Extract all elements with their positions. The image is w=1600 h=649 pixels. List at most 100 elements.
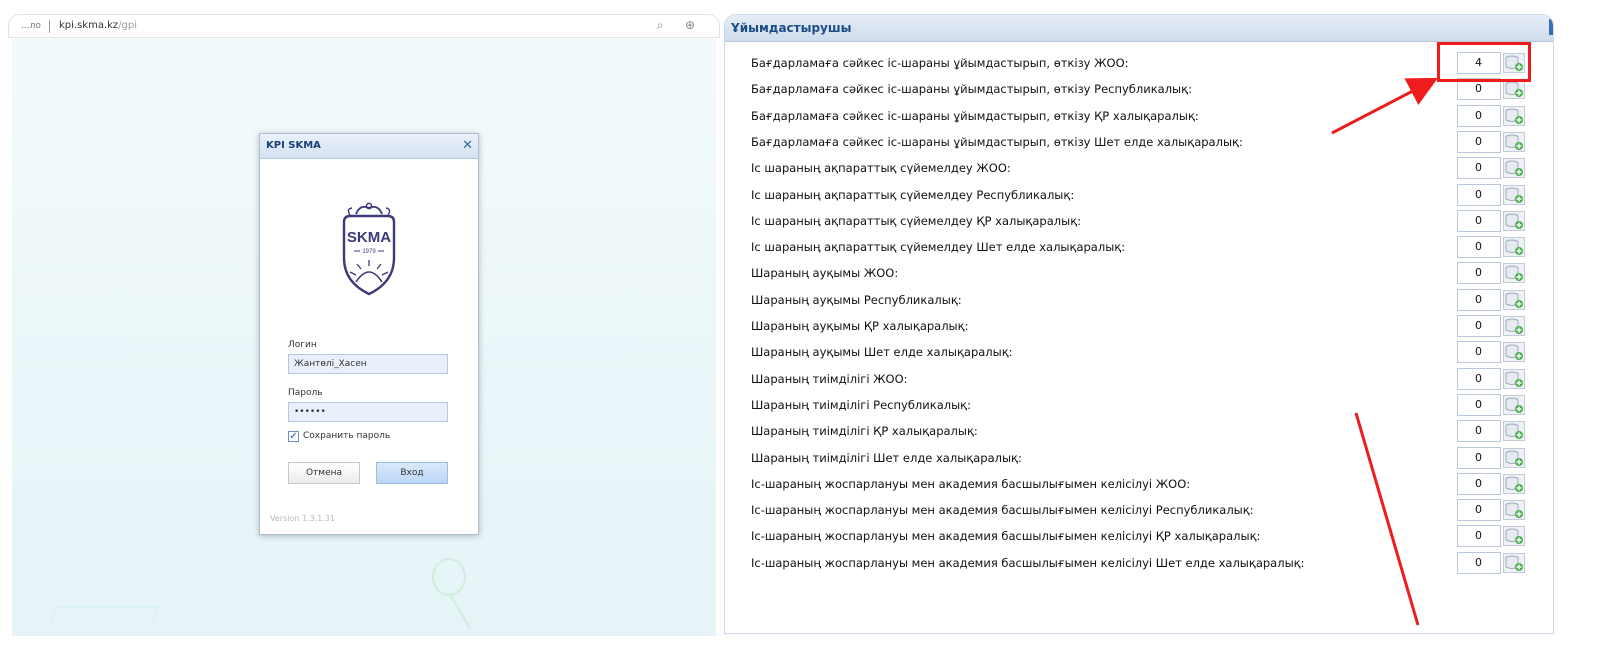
indicator-value-input[interactable]: 0 [1457,130,1501,153]
database-add-icon[interactable] [1503,237,1525,258]
database-add-icon[interactable] [1503,158,1525,179]
indicator-row: Іс шараның ақпараттық сүйемелдеу Республ… [751,183,1533,209]
database-add-icon[interactable] [1503,552,1525,573]
database-add-icon[interactable] [1503,316,1525,336]
indicator-row: Іс-шараның жоспарлануы мен академия басш… [751,551,1533,577]
background-decoration-line [449,593,471,630]
indicator-label: Бағдарламаға сәйкес іс-шараны ұйымдастыр… [751,82,1192,97]
indicator-label: Шараның тиімділігі Шет елде халықаралық: [751,450,1022,465]
database-add-icon[interactable] [1503,342,1525,363]
indicator-row: Іс шараның ақпараттық сүйемелдеу ҚР халы… [751,209,1533,235]
indicator-row: Шараның тиімділігі ЖОО: 0 [751,367,1533,393]
dialog-title: KPI SKMA [266,140,321,151]
indicator-row: Бағдарламаға сәйкес іс-шараны ұйымдастыр… [751,130,1533,156]
dialog-titlebar: KPI SKMA ✕ [260,134,478,159]
indicator-label: Іс шараның ақпараттық сүйемелдеу Шет елд… [751,240,1126,255]
database-add-icon[interactable] [1503,79,1525,100]
database-add-icon[interactable] [1503,526,1525,547]
indicator-row: Шараның ауқымы ЖОО: 0 [751,261,1533,287]
database-add-icon[interactable] [1503,263,1525,284]
indicator-value-input[interactable]: 0 [1457,367,1501,390]
database-add-icon[interactable] [1503,210,1525,231]
logo-year: 1979 [362,249,376,255]
indicator-label: Бағдарламаға сәйкес іс-шараны ұйымдастыр… [751,56,1129,70]
zoom-icon[interactable]: ⊕ [685,18,695,32]
indicator-label: Іс-шараның жоспарлануы мен академия басш… [751,476,1191,491]
indicator-value-input[interactable]: 0 [1457,183,1501,206]
database-add-icon[interactable] [1503,447,1525,468]
indicator-row: Шараның тиімділігі ҚР халықаралық: 0 [751,419,1533,445]
organizer-panel: Ұйымдастырушы Бағдарламаға сәйкес іс-шар… [724,14,1554,634]
cancel-button[interactable]: Отмена [288,462,360,484]
login-button[interactable]: Вход [376,462,448,484]
url-host: kpi.skma.kz [59,20,119,31]
database-add-icon[interactable] [1503,131,1525,152]
indicator-label: Шараның ауқымы Республикалық: [751,292,962,307]
indicator-label: Іс шараның ақпараттық сүйемелдеу ҚР халы… [751,213,1082,228]
panel-title: Ұйымдастырушы [731,21,852,35]
database-add-icon[interactable] [1503,473,1525,494]
skma-logo: SKMA 1979 [342,202,396,296]
login-field[interactable]: Жантөлі_Хасен [288,354,448,374]
database-add-icon[interactable] [1503,421,1525,442]
indicator-value-input[interactable]: 0 [1457,315,1501,337]
logo-text: SKMA [347,229,391,246]
indicator-label: Бағдарламаға сәйкес іс-шараны ұйымдастыр… [751,108,1199,123]
login-label: Логин [288,340,317,350]
browser-screenshot: ...ло kpi.skma.kz/gpi ⌕ ⊕ KPI SKMA ✕ SKM… [0,0,728,649]
indicator-value-input[interactable]: 0 [1457,420,1501,443]
database-add-icon[interactable] [1503,500,1525,521]
url-text[interactable]: kpi.skma.kz/gpi [59,20,137,31]
form-screenshot: Ұйымдастырушы Бағдарламаға сәйкес іс-шар… [720,0,1600,649]
remember-password-checkbox[interactable]: ✓ [288,431,299,442]
database-add-icon[interactable] [1503,394,1525,415]
indicator-value-input[interactable]: 0 [1457,525,1501,548]
indicator-value-input[interactable]: 0 [1457,157,1501,180]
indicator-label: Шараның тиімділігі Республикалық: [751,397,971,412]
indicator-label: Шараның ауқымы ЖОО: [751,266,899,281]
url-path: /gpi [118,20,138,31]
indicator-label: Іс-шараның жоспарлануы мен академия басш… [751,555,1305,570]
version-label: Version 1.3.1.31 [270,514,336,523]
password-field[interactable]: •••••• [288,402,448,422]
indicator-row: Іс-шараның жоспарлануы мен академия басш… [751,498,1533,524]
indicator-value-input[interactable]: 0 [1457,393,1501,416]
indicator-label: Іс шараның ақпараттық сүйемелдеу ЖОО: [751,161,1011,176]
password-label: Пароль [288,388,323,398]
database-add-icon[interactable] [1503,105,1525,126]
indicator-value-input[interactable]: 0 [1457,104,1501,127]
indicator-row: Шараның тиімділігі Республикалық: 0 [751,393,1533,419]
background-decoration-shape [48,606,160,626]
indicator-value-input[interactable]: 0 [1457,262,1501,285]
close-icon[interactable]: ✕ [462,138,473,153]
indicator-value-input[interactable]: 0 [1457,551,1501,574]
indicator-value-input[interactable]: 0 [1457,209,1501,232]
indicator-row: Іс-шараның жоспарлануы мен академия басш… [751,524,1533,550]
panel-corner-marker [1549,19,1553,35]
indicator-label: Іс шараның ақпараттық сүйемелдеу Республ… [751,187,1075,202]
indicator-value-input[interactable]: 0 [1457,499,1501,522]
indicator-row: Іс шараның ақпараттық сүйемелдеу Шет елд… [751,235,1533,261]
database-add-icon[interactable] [1503,289,1525,310]
indicator-value-input[interactable]: 0 [1457,472,1501,495]
login-dialog: KPI SKMA ✕ SKMA 1979 Логин Жантөлі_Хасен… [259,133,479,535]
search-icon[interactable]: ⌕ [657,18,664,33]
remember-password-label[interactable]: Сохранить пароль [303,431,390,441]
indicator-label: Шараның тиімділігі ҚР халықаралық: [751,424,978,439]
database-add-icon[interactable] [1503,184,1525,205]
indicator-value-input[interactable]: 0 [1457,236,1501,259]
indicator-value-input[interactable]: 0 [1457,446,1501,469]
indicator-row: Шараның ауқымы ҚР халықаралық: 0 [751,314,1533,340]
indicator-row: Бағдарламаға сәйкес іс-шараны ұйымдастыр… [751,51,1533,77]
indicator-row: Шараның ауқымы Шет елде халықаралық: 0 [751,340,1533,366]
indicator-row: Шараның ауқымы Республикалық: 0 [751,288,1533,314]
panel-header: Ұйымдастырушы [725,15,1553,42]
indicator-value-input[interactable]: 0 [1457,288,1501,311]
address-bar[interactable]: ...ло kpi.skma.kz/gpi ⌕ ⊕ [8,14,720,38]
database-add-icon[interactable] [1503,368,1525,389]
indicator-row: Іс шараның ақпараттық сүйемелдеу ЖОО: 0 [751,156,1533,182]
indicator-value-input[interactable]: 0 [1457,341,1501,364]
indicator-label: Іс-шараның жоспарлануы мен академия басш… [751,529,1261,544]
indicator-label: Шараның ауқымы ҚР халықаралық: [751,319,969,333]
indicator-label: Шараның тиімділігі ЖОО: [751,371,908,386]
